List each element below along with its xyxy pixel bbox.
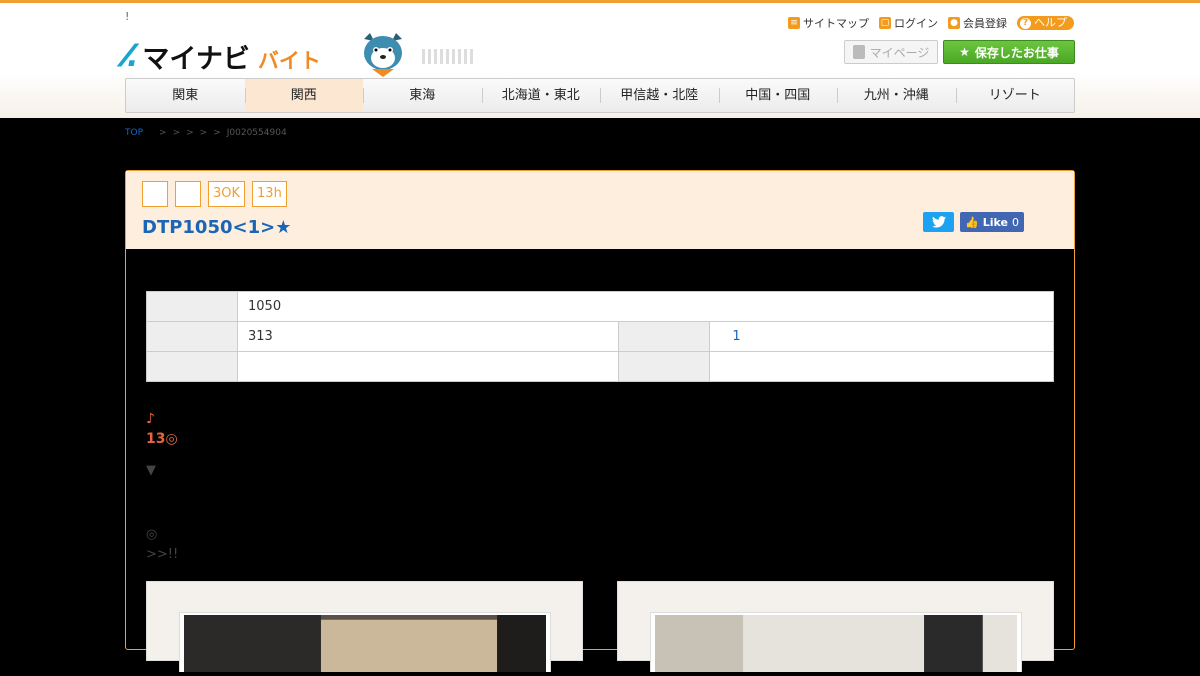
share-buttons: 👍 Like 0 bbox=[923, 212, 1024, 232]
table-cell bbox=[236, 351, 620, 382]
site-logo[interactable]: ⁄⁄. マイナビ バイト bbox=[125, 37, 321, 76]
job-title: DTP1050<1>★ bbox=[142, 217, 292, 238]
nav-item-kansai[interactable]: 関西 bbox=[244, 79, 363, 112]
breadcrumb-separator: > bbox=[159, 128, 167, 138]
like-count: 0 bbox=[1012, 215, 1019, 229]
table-row: 1050 bbox=[146, 291, 1054, 322]
table-cell: 313 bbox=[236, 321, 620, 352]
question-icon: ? bbox=[1020, 17, 1031, 29]
job-tag bbox=[142, 181, 168, 207]
workplace-photo bbox=[650, 612, 1022, 672]
mypage-button[interactable]: マイページ bbox=[844, 40, 938, 64]
job-tag bbox=[175, 181, 201, 207]
logo-text: マイナビ bbox=[142, 44, 250, 75]
table-cell bbox=[709, 351, 1054, 382]
breadcrumb-separator: > bbox=[199, 128, 208, 138]
mascot-dog-icon bbox=[364, 33, 402, 77]
nav-item-resort[interactable]: リゾート bbox=[955, 79, 1075, 112]
pr-more-link[interactable]: >>!! bbox=[146, 547, 178, 562]
pr-mark: ◎ bbox=[146, 527, 158, 542]
job-info-table: 1050 313 1 bbox=[146, 291, 1054, 382]
table-row: 313 1 bbox=[146, 321, 1054, 352]
sitemap-link[interactable]: ≡ サイトマップ bbox=[788, 15, 869, 31]
nav-item-chugoku-shikoku[interactable]: 中国・四国 bbox=[718, 79, 838, 112]
office-photo-image bbox=[655, 615, 1017, 672]
photo-box bbox=[617, 581, 1054, 672]
breadcrumb-separator: > bbox=[213, 128, 221, 138]
breadcrumb-separator: > bbox=[172, 128, 181, 138]
login-label: ログイン bbox=[894, 17, 938, 30]
pr-note: ♪ bbox=[146, 411, 155, 427]
header-notice: ! bbox=[125, 10, 130, 23]
table-row bbox=[146, 351, 1054, 382]
mypage-label: マイページ bbox=[869, 45, 930, 60]
table-cell: 1050 bbox=[237, 291, 1054, 322]
logo-subtext: バイト bbox=[257, 48, 321, 73]
sitemap-icon: ≡ bbox=[788, 17, 800, 29]
star-icon: ★ bbox=[959, 45, 970, 59]
nav-item-koshinetsu-hokuriku[interactable]: 甲信越・北陸 bbox=[600, 79, 719, 112]
breadcrumb-top-link[interactable]: TOP bbox=[125, 128, 143, 138]
workplace-photo bbox=[179, 612, 551, 672]
saved-jobs-button[interactable]: ★ 保存したお仕事 bbox=[943, 40, 1075, 64]
table-header-cell bbox=[146, 321, 238, 352]
nav-item-hokkaido-tohoku[interactable]: 北海道・東北 bbox=[481, 79, 601, 112]
logo-mark-icon: ⁄⁄. bbox=[125, 39, 139, 74]
job-card-header: 3OK 13h DTP1050<1>★ 👍 Like 0 bbox=[126, 171, 1074, 249]
help-button[interactable]: ? ヘルプ bbox=[1017, 16, 1074, 30]
table-cell-link[interactable]: 1 bbox=[709, 321, 1054, 352]
job-tag: 13h bbox=[252, 181, 287, 207]
twitter-share-button[interactable] bbox=[923, 212, 955, 232]
help-label: ヘルプ bbox=[1034, 16, 1067, 29]
lock-icon: ▢ bbox=[879, 17, 891, 29]
register-label: 会員登録 bbox=[963, 17, 1007, 30]
facebook-like-button[interactable]: 👍 Like 0 bbox=[960, 212, 1024, 232]
like-label: Like bbox=[982, 215, 1008, 229]
table-header-cell bbox=[146, 291, 238, 322]
office-photo-image bbox=[184, 615, 546, 672]
saved-jobs-label: 保存したお仕事 bbox=[974, 45, 1059, 60]
photo-box bbox=[146, 581, 583, 672]
login-link[interactable]: ▢ ログイン bbox=[879, 15, 938, 31]
register-link[interactable]: ● 会員登録 bbox=[948, 15, 1007, 31]
header-links: ≡ サイトマップ ▢ ログイン ● 会員登録 ? ヘルプ bbox=[788, 15, 1074, 31]
breadcrumb-separator: > bbox=[186, 128, 194, 138]
breadcrumb-current: J0020554904 bbox=[226, 128, 287, 138]
person-icon bbox=[852, 45, 865, 59]
breadcrumb: TOP > > > > > J0020554904 bbox=[125, 128, 287, 138]
job-card: 3OK 13h DTP1050<1>★ 👍 Like 0 1050 313 1 bbox=[125, 170, 1075, 672]
site-header: ! ⁄⁄. マイナビ バイト ≡ サイトマップ ▢ ログイン ● 会員登録 ? … bbox=[0, 0, 1200, 118]
region-nav: 関東 関西 東海 北海道・東北 甲信越・北陸 中国・四国 九州・沖縄 リゾート bbox=[125, 78, 1075, 113]
member-icon: ● bbox=[948, 17, 960, 29]
down-arrow-icon: ▼ bbox=[146, 463, 156, 478]
nav-item-kyushu-okinawa[interactable]: 九州・沖縄 bbox=[837, 79, 956, 112]
nav-item-tokai[interactable]: 東海 bbox=[363, 79, 482, 112]
nav-item-kanto[interactable]: 関東 bbox=[126, 79, 245, 112]
job-tags: 3OK 13h bbox=[142, 181, 287, 207]
twitter-bird-icon bbox=[931, 216, 946, 228]
sitemap-label: サイトマップ bbox=[803, 17, 869, 30]
job-tag: 3OK bbox=[208, 181, 246, 207]
decorative-bars bbox=[422, 49, 473, 64]
thumbs-up-icon: 👍 bbox=[965, 215, 979, 229]
pr-headline: 13◎ bbox=[146, 431, 178, 447]
table-header-cell bbox=[146, 351, 238, 382]
table-header-cell bbox=[618, 351, 711, 382]
table-header-cell bbox=[618, 321, 711, 352]
